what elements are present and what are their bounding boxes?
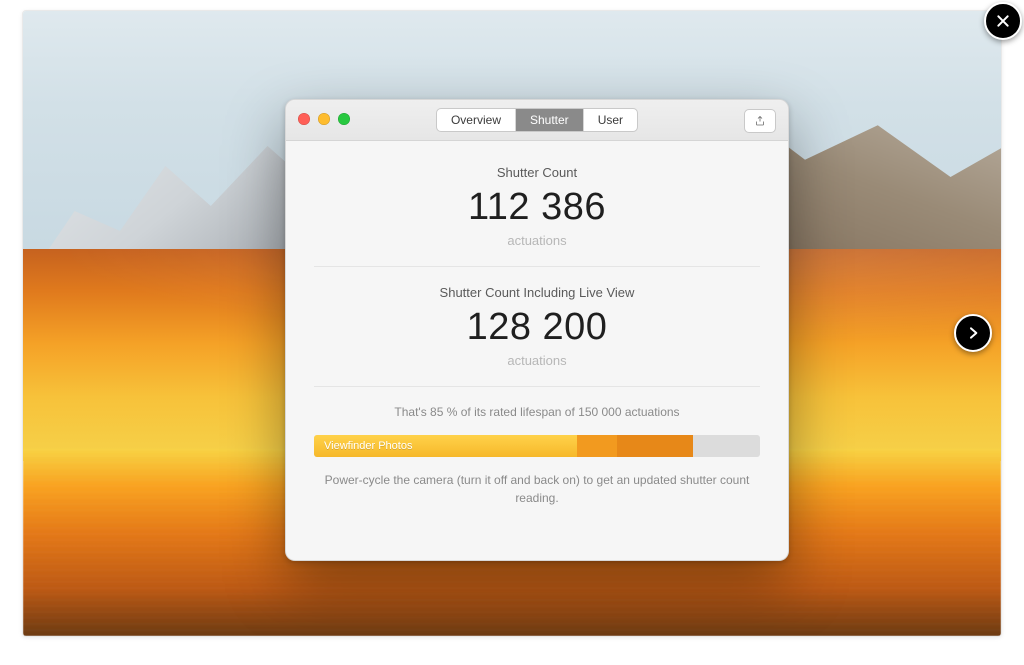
progress-segment-b <box>577 435 617 457</box>
power-cycle-hint: Power-cycle the camera (turn it off and … <box>322 471 752 507</box>
tab-overview[interactable]: Overview <box>437 109 515 131</box>
tab-shutter[interactable]: Shutter <box>515 109 583 131</box>
shutter-count-liveview-title: Shutter Count Including Live View <box>314 285 760 300</box>
share-button[interactable] <box>744 109 776 133</box>
chevron-right-icon <box>965 325 981 341</box>
shutter-count-liveview-block: Shutter Count Including Live View 128 20… <box>314 285 760 368</box>
progress-segment-c <box>617 435 693 457</box>
lightbox-stage: Overview Shutter User Shutter Count 112 … <box>0 0 1024 665</box>
lifespan-text: That's 85 % of its rated lifespan of 150… <box>314 405 760 419</box>
window-traffic-lights <box>298 113 350 125</box>
tab-user[interactable]: User <box>583 109 637 131</box>
screenshot-frame: Overview Shutter User Shutter Count 112 … <box>22 10 1002 637</box>
divider-1 <box>314 266 760 267</box>
divider-2 <box>314 386 760 387</box>
app-window: Overview Shutter User Shutter Count 112 … <box>285 99 789 561</box>
tab-segmented-control: Overview Shutter User <box>436 108 638 132</box>
share-icon <box>754 114 766 128</box>
window-titlebar[interactable]: Overview Shutter User <box>286 100 788 141</box>
shutter-count-liveview-value: 128 200 <box>314 306 760 349</box>
window-close-button[interactable] <box>298 113 310 125</box>
shutter-count-block: Shutter Count 112 386 actuations <box>314 165 760 248</box>
shutter-count-unit: actuations <box>314 233 760 248</box>
window-zoom-button[interactable] <box>338 113 350 125</box>
close-icon <box>995 13 1011 29</box>
lifespan-progress-bar: Viewfinder Photos <box>314 435 760 457</box>
progress-segment-label: Viewfinder Photos <box>324 435 412 457</box>
lightbox-close-button[interactable] <box>984 2 1022 40</box>
window-minimize-button[interactable] <box>318 113 330 125</box>
shutter-count-value: 112 386 <box>314 186 760 229</box>
lightbox-next-button[interactable] <box>954 314 992 352</box>
shutter-count-liveview-unit: actuations <box>314 353 760 368</box>
window-content: Shutter Count 112 386 actuations Shutter… <box>286 141 788 525</box>
shutter-count-title: Shutter Count <box>314 165 760 180</box>
